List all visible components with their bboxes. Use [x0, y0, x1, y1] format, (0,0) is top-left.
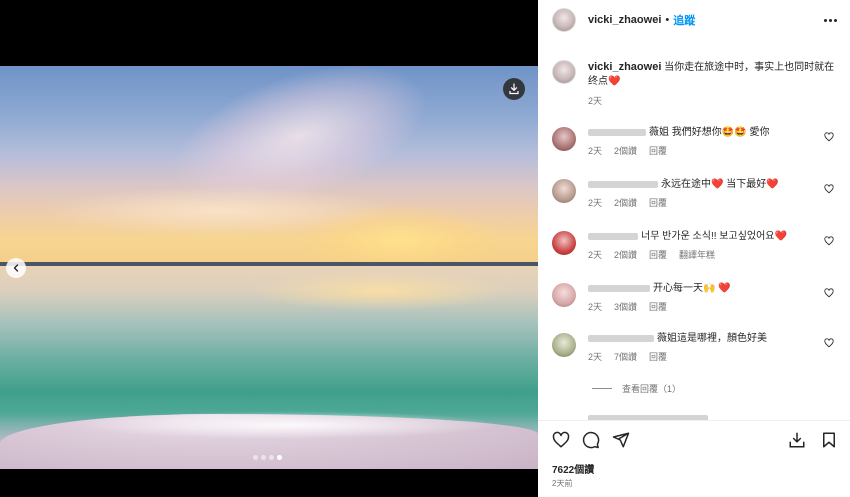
view-replies-line: [592, 388, 612, 389]
instagram-post-view: vicki_zhaowei • 追蹤 vicki_zhaowei 当你走在旅途中…: [0, 0, 850, 497]
comment-avatar[interactable]: [552, 283, 576, 307]
comment-likes[interactable]: 7個讚: [614, 351, 637, 364]
comment-like-heart-icon[interactable]: [824, 338, 834, 348]
caption-avatar[interactable]: [552, 60, 576, 84]
comment-item: 薇姐這是哪裡，顏色好美 2天 7個讚 回覆: [552, 332, 842, 364]
comment-like-heart-icon[interactable]: [824, 288, 834, 298]
action-bar: [552, 430, 838, 450]
share-button[interactable]: [612, 431, 630, 449]
previous-image-button[interactable]: [6, 258, 26, 278]
more-options-button[interactable]: [822, 13, 838, 27]
caption-username[interactable]: vicki_zhaowei: [588, 61, 661, 73]
comment-text: 薇姐 我們好想你🤩🤩 愛你: [649, 127, 770, 138]
comment-like-heart-icon[interactable]: [824, 236, 834, 246]
comment-likes[interactable]: 2個讚: [614, 249, 637, 262]
comment-avatar[interactable]: [552, 231, 576, 255]
comment-time: 2天: [588, 302, 603, 312]
download-icon: [509, 83, 519, 95]
comment-avatar[interactable]: [552, 127, 576, 151]
comment-item: 开心每一天🙌 ❤️ 2天 3個讚 回覆: [552, 282, 842, 314]
comment-text: 너무 반가운 소식!! 보고싶었어요❤️: [641, 231, 787, 242]
comment-text: 开心每一天🙌 ❤️: [653, 283, 731, 294]
carousel-dot: [269, 455, 274, 460]
comment-avatar[interactable]: [552, 333, 576, 357]
comment-username-blurred[interactable]: [588, 232, 638, 240]
post-side-panel: vicki_zhaowei • 追蹤 vicki_zhaowei 当你走在旅途中…: [538, 0, 850, 497]
post-media: [0, 0, 538, 497]
comment-likes[interactable]: 2個讚: [614, 197, 637, 210]
share-icon: [612, 432, 630, 448]
author-username[interactable]: vicki_zhaowei: [588, 14, 661, 26]
download-button[interactable]: [503, 78, 525, 100]
comment-item: 너무 반가운 소식!! 보고싶었어요❤️ 2天 2個讚 回覆 翻譯年糕: [552, 230, 842, 262]
bookmark-button[interactable]: [820, 431, 838, 449]
comment-item: 永远在途中❤️ 当下最好❤️ 2天 2個讚 回覆: [552, 178, 842, 210]
comment-translate-button[interactable]: 翻譯年糕: [679, 249, 715, 262]
header-separator: •: [665, 14, 670, 26]
avatar[interactable]: [552, 8, 576, 32]
comment-like-heart-icon[interactable]: [824, 184, 834, 194]
comment-reply-button[interactable]: 回覆: [649, 249, 667, 262]
comment-button[interactable]: [582, 431, 600, 449]
comment-icon: [582, 431, 600, 449]
more-icon: [823, 18, 827, 22]
comment-time: 2天: [588, 250, 603, 260]
comment-likes[interactable]: 2個讚: [614, 145, 637, 158]
view-replies-label: 查看回覆（1）: [622, 384, 682, 394]
comment-item-partial: [552, 410, 842, 420]
post-date: 2天前: [552, 479, 573, 488]
carousel-dot: [261, 455, 266, 460]
carousel-indicator: [253, 455, 282, 460]
carousel-dot-active: [277, 455, 282, 460]
likes-count[interactable]: 7622個讚: [552, 461, 594, 476]
comment-reply-button[interactable]: 回覆: [649, 145, 667, 158]
save-to-device-button[interactable]: [788, 431, 806, 449]
comment-text: 永远在途中❤️ 当下最好❤️: [661, 179, 779, 190]
save-icon: [789, 432, 805, 448]
post-photo[interactable]: [0, 66, 538, 469]
comment-likes[interactable]: 3個讚: [614, 301, 637, 314]
comment-time: 2天: [588, 352, 603, 362]
comment-time: 2天: [588, 198, 603, 208]
follow-button[interactable]: 追蹤: [673, 12, 695, 28]
comment-time: 2天: [588, 146, 603, 156]
bookmark-icon: [823, 432, 835, 448]
comment-reply-button[interactable]: 回覆: [649, 301, 667, 314]
heart-icon: [552, 431, 570, 448]
comment-avatar[interactable]: [552, 179, 576, 203]
comment-username-blurred[interactable]: [588, 180, 658, 188]
carousel-dot: [253, 455, 258, 460]
comment-like-heart-icon[interactable]: [824, 132, 834, 142]
comment-username-blurred[interactable]: [588, 284, 650, 292]
post-header: vicki_zhaowei • 追蹤: [538, 0, 850, 40]
comment-item: 薇姐 我們好想你🤩🤩 愛你 2天 2個讚 回覆: [552, 126, 842, 158]
comment-username-blurred[interactable]: [588, 128, 646, 136]
comment-reply-button[interactable]: 回覆: [649, 351, 667, 364]
post-actions-section: 7622個讚 2天前: [538, 420, 850, 497]
chevron-left-icon: [13, 264, 19, 272]
comment-username-blurred[interactable]: [588, 334, 654, 342]
post-caption: vicki_zhaowei 当你走在旅途中时，事实上也同时就在终点❤️ 2天: [552, 60, 837, 108]
comment-reply-button[interactable]: 回覆: [649, 197, 667, 210]
comment-text: 薇姐這是哪裡，顏色好美: [657, 333, 767, 344]
caption-time: 2天: [588, 96, 603, 106]
like-button[interactable]: [552, 431, 570, 449]
caption-emoji: ❤️: [608, 76, 621, 87]
view-replies-button[interactable]: 查看回覆（1）: [592, 382, 681, 395]
